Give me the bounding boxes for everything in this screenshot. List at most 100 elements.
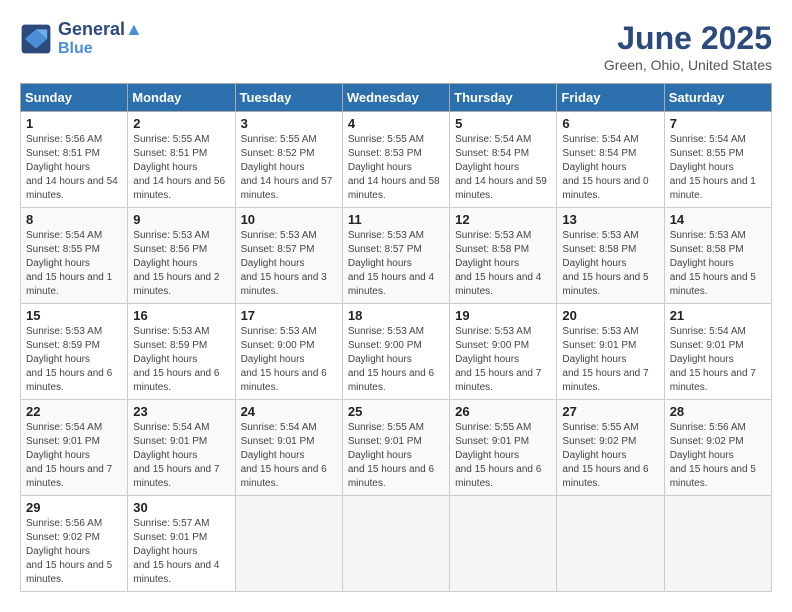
day-number: 9 [133, 212, 229, 227]
column-header-monday: Monday [128, 84, 235, 112]
day-detail: Sunrise: 5:56 AMSunset: 9:02 PMDaylight … [26, 518, 112, 585]
day-detail: Sunrise: 5:53 AMSunset: 8:59 PMDaylight … [26, 326, 112, 393]
calendar-cell: 4 Sunrise: 5:55 AMSunset: 8:53 PMDaylight… [342, 112, 449, 208]
calendar-cell: 6 Sunrise: 5:54 AMSunset: 8:54 PMDaylight… [557, 112, 664, 208]
column-header-thursday: Thursday [450, 84, 557, 112]
calendar-cell: 9 Sunrise: 5:53 AMSunset: 8:56 PMDaylight… [128, 208, 235, 304]
calendar-cell: 1 Sunrise: 5:56 AMSunset: 8:51 PMDaylight… [21, 112, 128, 208]
day-detail: Sunrise: 5:53 AMSunset: 8:57 PMDaylight … [348, 230, 434, 297]
day-detail: Sunrise: 5:54 AMSunset: 8:55 PMDaylight … [670, 134, 756, 201]
day-number: 7 [670, 116, 766, 131]
day-detail: Sunrise: 5:56 AMSunset: 8:51 PMDaylight … [26, 134, 118, 201]
column-header-friday: Friday [557, 84, 664, 112]
day-number: 11 [348, 212, 444, 227]
day-detail: Sunrise: 5:55 AMSunset: 8:52 PMDaylight … [241, 134, 333, 201]
day-number: 26 [455, 404, 551, 419]
calendar-title: June 2025 [604, 20, 772, 57]
logo: General▲ Blue [20, 20, 143, 57]
day-number: 30 [133, 500, 229, 515]
calendar-cell: 28 Sunrise: 5:56 AMSunset: 9:02 PMDayligh… [664, 400, 771, 496]
day-detail: Sunrise: 5:53 AMSunset: 8:56 PMDaylight … [133, 230, 219, 297]
day-number: 17 [241, 308, 337, 323]
day-detail: Sunrise: 5:53 AMSunset: 9:00 PMDaylight … [455, 326, 541, 393]
day-detail: Sunrise: 5:54 AMSunset: 9:01 PMDaylight … [133, 422, 219, 489]
calendar-cell: 21 Sunrise: 5:54 AMSunset: 9:01 PMDayligh… [664, 304, 771, 400]
day-number: 21 [670, 308, 766, 323]
column-header-tuesday: Tuesday [235, 84, 342, 112]
day-number: 13 [562, 212, 658, 227]
logo-icon [20, 23, 52, 55]
day-number: 14 [670, 212, 766, 227]
day-number: 24 [241, 404, 337, 419]
day-detail: Sunrise: 5:54 AMSunset: 9:01 PMDaylight … [670, 326, 756, 393]
day-number: 23 [133, 404, 229, 419]
calendar-cell [342, 496, 449, 592]
week-row-1: 1 Sunrise: 5:56 AMSunset: 8:51 PMDaylight… [21, 112, 772, 208]
calendar-cell: 27Sunrise: 5:55 AMSunset: 9:02 PMDayligh… [557, 400, 664, 496]
calendar-cell: 26 Sunrise: 5:55 AMSunset: 9:01 PMDayligh… [450, 400, 557, 496]
calendar-cell: 7 Sunrise: 5:54 AMSunset: 8:55 PMDaylight… [664, 112, 771, 208]
day-detail: Sunrise: 5:54 AMSunset: 8:54 PMDaylight … [455, 134, 547, 201]
day-detail: Sunrise: 5:53 AMSunset: 8:58 PMDaylight … [562, 230, 648, 297]
calendar-subtitle: Green, Ohio, United States [604, 57, 772, 73]
calendar-cell: 2Sunrise: 5:55 AMSunset: 8:51 PMDaylight… [128, 112, 235, 208]
day-number: 4 [348, 116, 444, 131]
calendar-cell: 23 Sunrise: 5:54 AMSunset: 9:01 PMDayligh… [128, 400, 235, 496]
day-detail: Sunrise: 5:53 AMSunset: 8:58 PMDaylight … [455, 230, 541, 297]
week-row-4: 22 Sunrise: 5:54 AMSunset: 9:01 PMDayligh… [21, 400, 772, 496]
day-detail: Sunrise: 5:54 AMSunset: 8:54 PMDaylight … [562, 134, 648, 201]
day-detail: Sunrise: 5:54 AMSunset: 9:01 PMDaylight … [241, 422, 327, 489]
calendar-cell: 22Sunrise: 5:54 AMSunset: 9:01 PMDayligh… [21, 400, 128, 496]
day-number: 27 [562, 404, 658, 419]
calendar-table: SundayMondayTuesdayWednesdayThursdayFrid… [20, 83, 772, 592]
day-number: 1 [26, 116, 122, 131]
day-number: 18 [348, 308, 444, 323]
calendar-cell: 5 Sunrise: 5:54 AMSunset: 8:54 PMDaylight… [450, 112, 557, 208]
day-detail: Sunrise: 5:53 AMSunset: 9:00 PMDaylight … [348, 326, 434, 393]
calendar-cell [235, 496, 342, 592]
day-number: 8 [26, 212, 122, 227]
calendar-cell [664, 496, 771, 592]
day-number: 20 [562, 308, 658, 323]
day-number: 16 [133, 308, 229, 323]
calendar-cell: 24 Sunrise: 5:54 AMSunset: 9:01 PMDayligh… [235, 400, 342, 496]
week-row-2: 8 Sunrise: 5:54 AMSunset: 8:55 PMDaylight… [21, 208, 772, 304]
day-number: 10 [241, 212, 337, 227]
calendar-cell: 17Sunrise: 5:53 AMSunset: 9:00 PMDayligh… [235, 304, 342, 400]
column-header-sunday: Sunday [21, 84, 128, 112]
day-number: 15 [26, 308, 122, 323]
day-number: 6 [562, 116, 658, 131]
day-number: 22 [26, 404, 122, 419]
day-number: 19 [455, 308, 551, 323]
calendar-cell: 25 Sunrise: 5:55 AMSunset: 9:01 PMDayligh… [342, 400, 449, 496]
day-detail: Sunrise: 5:55 AMSunset: 8:51 PMDaylight … [133, 134, 225, 201]
day-number: 5 [455, 116, 551, 131]
day-detail: Sunrise: 5:54 AMSunset: 8:55 PMDaylight … [26, 230, 112, 297]
calendar-cell [557, 496, 664, 592]
title-block: June 2025 Green, Ohio, United States [604, 20, 772, 73]
calendar-cell: 10 Sunrise: 5:53 AMSunset: 8:57 PMDayligh… [235, 208, 342, 304]
calendar-cell: 30 Sunrise: 5:57 AMSunset: 9:01 PMDayligh… [128, 496, 235, 592]
calendar-cell: 14Sunrise: 5:53 AMSunset: 8:58 PMDayligh… [664, 208, 771, 304]
week-row-5: 29Sunrise: 5:56 AMSunset: 9:02 PMDayligh… [21, 496, 772, 592]
calendar-cell: 15 Sunrise: 5:53 AMSunset: 8:59 PMDayligh… [21, 304, 128, 400]
day-number: 28 [670, 404, 766, 419]
calendar-cell: 18 Sunrise: 5:53 AMSunset: 9:00 PMDayligh… [342, 304, 449, 400]
day-number: 12 [455, 212, 551, 227]
day-detail: Sunrise: 5:55 AMSunset: 9:01 PMDaylight … [455, 422, 541, 489]
calendar-cell: 8 Sunrise: 5:54 AMSunset: 8:55 PMDaylight… [21, 208, 128, 304]
day-detail: Sunrise: 5:55 AMSunset: 9:01 PMDaylight … [348, 422, 434, 489]
week-row-3: 15 Sunrise: 5:53 AMSunset: 8:59 PMDayligh… [21, 304, 772, 400]
calendar-cell [450, 496, 557, 592]
day-number: 25 [348, 404, 444, 419]
calendar-cell: 29Sunrise: 5:56 AMSunset: 9:02 PMDayligh… [21, 496, 128, 592]
calendar-cell: 3 Sunrise: 5:55 AMSunset: 8:52 PMDaylight… [235, 112, 342, 208]
day-number: 3 [241, 116, 337, 131]
day-detail: Sunrise: 5:53 AMSunset: 8:57 PMDaylight … [241, 230, 327, 297]
day-detail: Sunrise: 5:57 AMSunset: 9:01 PMDaylight … [133, 518, 219, 585]
day-detail: Sunrise: 5:55 AMSunset: 8:53 PMDaylight … [348, 134, 440, 201]
calendar-cell: 12 Sunrise: 5:53 AMSunset: 8:58 PMDayligh… [450, 208, 557, 304]
day-detail: Sunrise: 5:56 AMSunset: 9:02 PMDaylight … [670, 422, 756, 489]
day-detail: Sunrise: 5:53 AMSunset: 8:59 PMDaylight … [133, 326, 219, 393]
calendar-cell: 16 Sunrise: 5:53 AMSunset: 8:59 PMDayligh… [128, 304, 235, 400]
